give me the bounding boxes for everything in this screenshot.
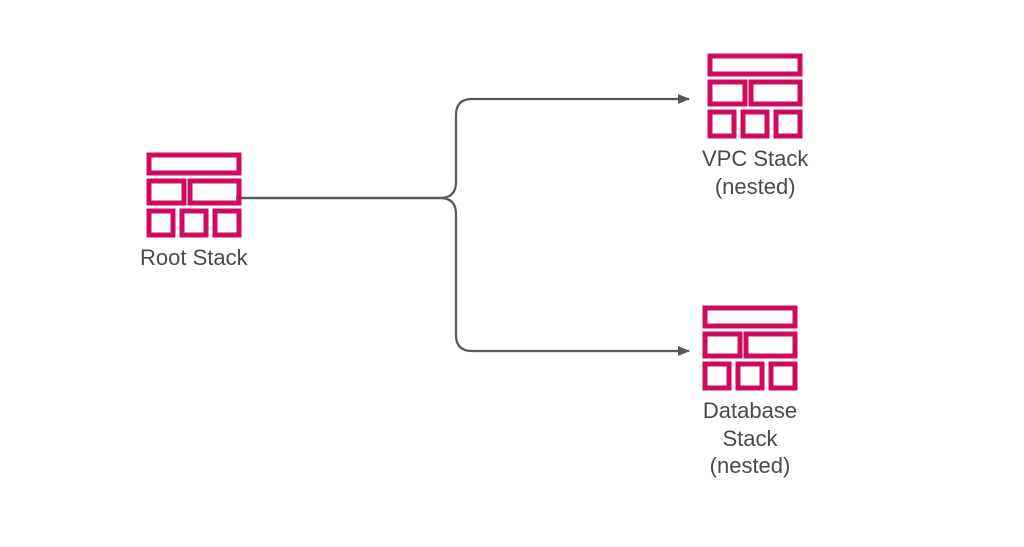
stack-icon bbox=[146, 152, 242, 238]
stack-icon bbox=[702, 305, 798, 391]
node-db-stack: Database Stack (nested) bbox=[702, 305, 798, 480]
stack-icon bbox=[707, 53, 803, 139]
node-db-label: Database Stack (nested) bbox=[703, 397, 797, 480]
connectors bbox=[0, 0, 1024, 547]
edge-root-to-db bbox=[236, 198, 689, 351]
node-vpc-stack: VPC Stack (nested) bbox=[702, 53, 808, 200]
node-vpc-label: VPC Stack (nested) bbox=[702, 145, 808, 200]
node-root-label: Root Stack bbox=[140, 244, 248, 272]
node-root-stack: Root Stack bbox=[140, 152, 248, 272]
edge-root-to-vpc bbox=[236, 99, 689, 198]
